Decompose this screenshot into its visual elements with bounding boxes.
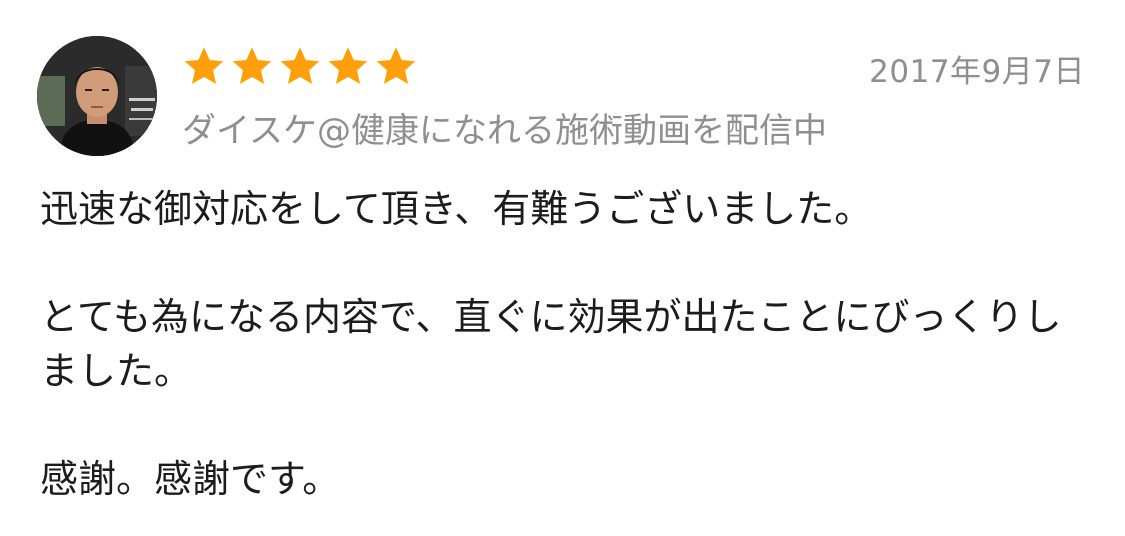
star-icon <box>374 44 418 88</box>
review-paragraph: 感謝。感謝です。 <box>40 457 341 501</box>
review-date: 2017年9月7日 <box>869 54 1085 90</box>
review-body: 迅速な御対応をして頂き、有難うございました。 とても為になる内容で、直ぐに効果が… <box>40 182 1090 506</box>
reviewer-name[interactable]: ダイスケ@健康になれる施術動画を配信中 <box>182 103 827 152</box>
reviewer-avatar[interactable] <box>37 36 157 156</box>
review-paragraph: とても為になる内容で、直ぐに効果が出たことにびっくりしました。 <box>40 295 1062 393</box>
star-icon <box>182 44 226 88</box>
review-paragraph: 迅速な御対応をして頂き、有難うございました。 <box>40 187 873 231</box>
star-rating <box>182 44 418 88</box>
star-icon <box>230 44 274 88</box>
star-icon <box>278 44 322 88</box>
star-icon <box>326 44 370 88</box>
review-card: 2017年9月7日 ダイスケ@健康になれる施術動画を配信中 迅速な御対応をして頂… <box>0 0 1125 536</box>
avatar-photo-icon <box>37 36 157 156</box>
